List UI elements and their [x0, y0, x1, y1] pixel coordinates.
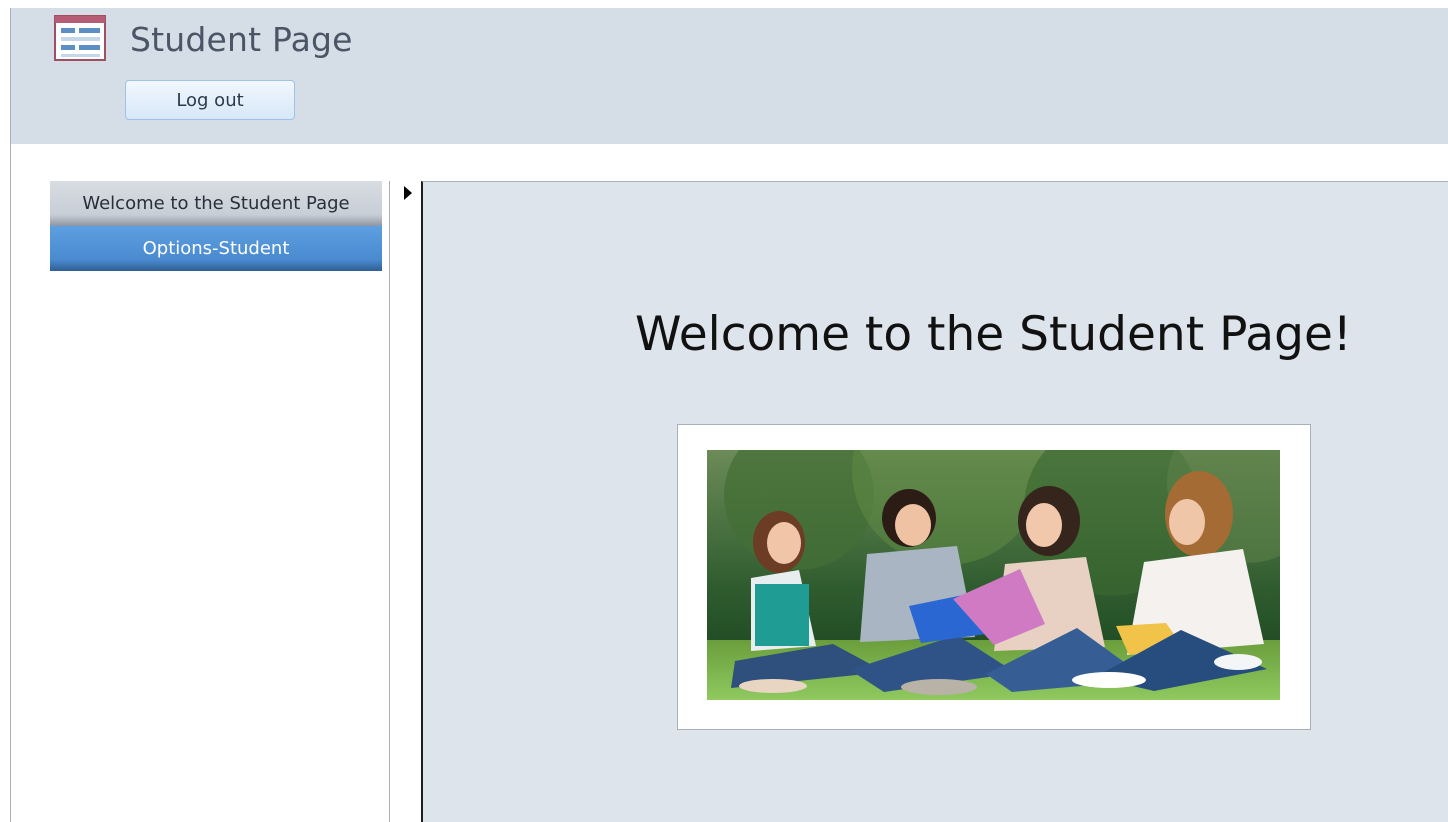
triangle-right-icon[interactable] — [404, 186, 412, 200]
welcome-heading: Welcome to the Student Page! — [635, 307, 1352, 362]
form-title: Student Page — [130, 20, 353, 59]
students-photo — [707, 450, 1280, 700]
form-icon — [54, 15, 106, 61]
tab-welcome-label: Welcome to the Student Page — [82, 193, 350, 214]
tab-options-label: Options-Student — [142, 238, 290, 259]
access-application-window: Student Page Log out Welcome to the Stud… — [0, 0, 1448, 822]
form-header: Student Page Log out — [11, 8, 1448, 144]
logout-button[interactable]: Log out — [125, 80, 295, 120]
welcome-subform: Welcome to the Student Page! — [421, 181, 1448, 822]
tab-welcome-student-page[interactable]: Welcome to the Student Page — [50, 181, 382, 226]
image-frame — [677, 424, 1311, 730]
tab-options-student[interactable]: Options-Student — [50, 226, 382, 271]
navigation-divider — [389, 181, 390, 822]
navigation-tabs: Welcome to the Student Page Options-Stud… — [50, 181, 382, 271]
